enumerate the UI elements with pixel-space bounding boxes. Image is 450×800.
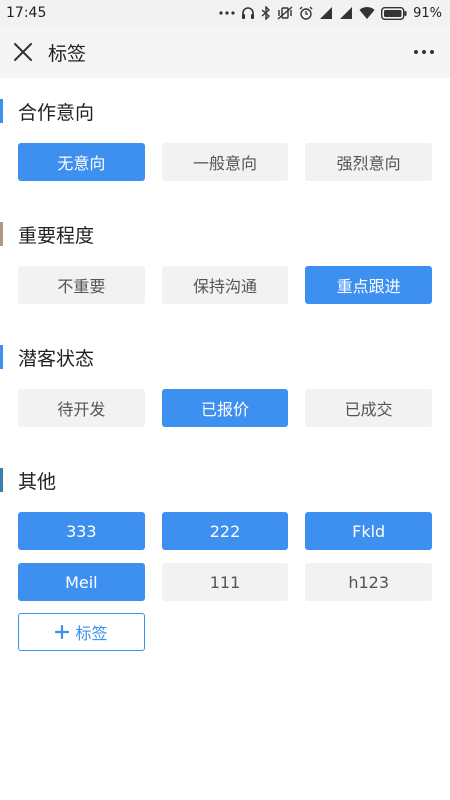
tag-chip[interactable]: 已成交: [305, 389, 433, 427]
status-time: 17:45: [6, 5, 47, 21]
status-bar: 17:45 91%: [0, 0, 450, 26]
section-title: 其他: [18, 470, 57, 493]
section-accent-bar: [0, 222, 3, 246]
chip-row: 不重要 保持沟通 重点跟进: [0, 266, 450, 304]
tag-chip[interactable]: 无意向: [18, 143, 145, 181]
tag-chip[interactable]: 已报价: [161, 389, 289, 427]
tag-panel: 合作意向 无意向 一般意向 强烈意向 重要程度 不重要 保持沟通 重点跟进 潜客…: [0, 78, 450, 800]
chip-row: 333 222 Fkld: [0, 512, 450, 550]
tag-chip[interactable]: 强烈意向: [305, 143, 433, 181]
battery-percent: 91%: [413, 5, 442, 21]
tag-chip[interactable]: 一般意向: [161, 143, 289, 181]
vibrate-icon: [277, 6, 293, 20]
tag-chip[interactable]: 111: [161, 563, 289, 601]
close-icon[interactable]: [12, 41, 34, 63]
tag-chip[interactable]: 222: [161, 512, 289, 550]
battery-icon: [381, 6, 407, 20]
alarm-icon: [299, 6, 313, 20]
section-cooperation-intent: 合作意向: [0, 98, 450, 124]
section-accent-bar: [0, 99, 3, 123]
tag-chip[interactable]: 不重要: [18, 266, 145, 304]
section-importance: 重要程度: [0, 221, 450, 247]
tag-chip[interactable]: Meil: [18, 563, 145, 601]
tag-chip[interactable]: 重点跟进: [305, 266, 433, 304]
app-bar: 标签: [0, 26, 450, 78]
section-prospect-status: 潜客状态: [0, 344, 450, 370]
dots-icon: [219, 10, 235, 16]
chip-row: 待开发 已报价 已成交: [0, 389, 450, 427]
chip-row: 无意向 一般意向 强烈意向: [0, 143, 450, 181]
section-title: 合作意向: [18, 101, 95, 124]
section-title: 潜客状态: [18, 347, 95, 370]
signal-icon: [319, 6, 333, 20]
section-other: 其他: [0, 467, 450, 493]
page-title: 标签: [48, 42, 87, 65]
bluetooth-icon: [261, 6, 271, 20]
tag-chip[interactable]: 333: [18, 512, 145, 550]
tag-chip[interactable]: Fkld: [305, 512, 433, 550]
status-icons: 91%: [219, 6, 442, 21]
add-tag-button[interactable]: 标签: [18, 613, 145, 651]
add-tag-label: 标签: [75, 624, 108, 643]
tag-chip[interactable]: 保持沟通: [161, 266, 289, 304]
tag-chip[interactable]: h123: [305, 563, 433, 601]
tag-chip[interactable]: 待开发: [18, 389, 145, 427]
section-title: 重要程度: [18, 224, 95, 247]
chip-row: Meil 111 h123: [0, 563, 450, 601]
wifi-icon: [359, 6, 375, 20]
more-icon[interactable]: [414, 50, 434, 54]
section-accent-bar: [0, 345, 3, 369]
headphone-icon: [241, 6, 255, 20]
signal-icon: [339, 6, 353, 20]
section-accent-bar: [0, 468, 3, 492]
plus-icon: [55, 625, 70, 639]
